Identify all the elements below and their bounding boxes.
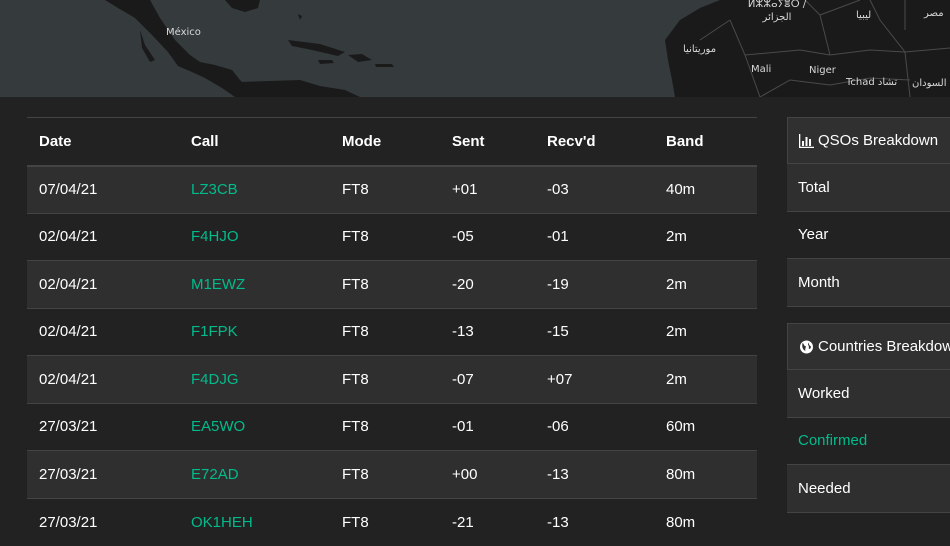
table-header-row: Date Call Mode Sent Recv'd Band (27, 117, 757, 166)
countries-confirmed-row: Confirmed (787, 418, 950, 465)
table-row: 27/03/21 E72AD FT8 +00 -13 80m (27, 450, 757, 498)
cell-mode: FT8 (330, 497, 440, 546)
callsign-link[interactable]: OK1HEH (191, 514, 253, 531)
cell-sent: -05 (440, 212, 535, 261)
table-row: 02/04/21 F1FPK FT8 -13 -15 2m (27, 307, 757, 356)
callsign-link[interactable]: M1EWZ (191, 276, 245, 293)
cell-recvd: +07 (535, 355, 654, 403)
cell-mode: FT8 (330, 402, 440, 451)
cell-call: F4HJO (179, 212, 330, 261)
cell-sent: -13 (440, 307, 535, 356)
cell-sent: -01 (440, 402, 535, 451)
map-label-mauritania: موريتانيا (683, 44, 717, 55)
cell-call: EA5WO (179, 402, 330, 451)
countries-worked-row: Worked (787, 370, 950, 418)
cell-band: 2m (654, 355, 757, 403)
countries-breakdown-title: Countries Breakdown (818, 338, 950, 355)
map-label-mexico: México (166, 27, 201, 38)
cell-band: 80m (654, 450, 757, 498)
callsign-link[interactable]: F4HJO (191, 228, 239, 245)
cell-band: 60m (654, 402, 757, 451)
cell-band: 2m (654, 260, 757, 308)
callsign-link[interactable]: F4DJG (191, 371, 239, 388)
cell-sent: +00 (440, 450, 535, 498)
cell-call: F1FPK (179, 307, 330, 356)
cell-recvd: -01 (535, 212, 654, 261)
cell-call: OK1HEH (179, 497, 330, 546)
qso-map[interactable]: México ⵍⵣⵣⴰⵢⴻⵔ / الجزائر ليبيا مصر موريت… (0, 0, 950, 97)
table-body: 07/04/21 LZ3CB FT8 +01 -03 40m 02/04/21 F4HJO FT… (27, 165, 757, 546)
cell-mode: FT8 (330, 212, 440, 261)
column-header-recvd[interactable]: Recv'd (535, 118, 654, 166)
qsos-month-row: Month (787, 259, 950, 307)
table-row: 27/03/21 EA5WO FT8 -01 -06 60m (27, 402, 757, 451)
callsign-link[interactable]: EA5WO (191, 418, 245, 435)
column-header-band[interactable]: Band (654, 118, 757, 166)
column-header-mode[interactable]: Mode (330, 118, 440, 166)
cell-mode: FT8 (330, 260, 440, 308)
cell-mode: FT8 (330, 165, 440, 213)
cell-recvd: -13 (535, 450, 654, 498)
countries-breakdown-header: Countries Breakdown (787, 323, 950, 370)
qso-log-table: Date Call Mode Sent Recv'd Band 07/04/21… (27, 117, 757, 546)
cell-date: 02/04/21 (27, 212, 179, 261)
cell-sent: -20 (440, 260, 535, 308)
cell-mode: FT8 (330, 307, 440, 356)
map-label-mali: Mali (751, 64, 772, 75)
cell-date: 07/04/21 (27, 165, 179, 213)
bar-chart-icon (799, 133, 814, 148)
countries-breakdown-panel: Countries Breakdown Worked Confirmed Nee… (787, 323, 950, 513)
qsos-breakdown-title: QSOs Breakdown (818, 132, 939, 149)
table-row: 27/03/21 OK1HEH FT8 -21 -13 80m (27, 497, 757, 546)
cell-call: LZ3CB (179, 165, 330, 213)
cell-band: 80m (654, 497, 757, 546)
column-header-sent[interactable]: Sent (440, 118, 535, 166)
callsign-link[interactable]: LZ3CB (191, 181, 238, 198)
cell-call: F4DJG (179, 355, 330, 403)
column-header-call[interactable]: Call (179, 118, 330, 166)
cell-recvd: -03 (535, 165, 654, 213)
table-row: 02/04/21 M1EWZ FT8 -20 -19 2m (27, 260, 757, 308)
globe-icon (800, 340, 813, 353)
table-row: 07/04/21 LZ3CB FT8 +01 -03 40m (27, 165, 757, 213)
qsos-breakdown-panel: QSOs Breakdown Total Year Month (787, 117, 950, 307)
cell-sent: -21 (440, 497, 535, 546)
cell-mode: FT8 (330, 355, 440, 403)
cell-date: 27/03/21 (27, 402, 179, 451)
cell-call: E72AD (179, 450, 330, 498)
cell-recvd: -15 (535, 307, 654, 356)
callsign-link[interactable]: F1FPK (191, 323, 238, 340)
cell-call: M1EWZ (179, 260, 330, 308)
map-label-chad: Tchad تشاد (846, 77, 898, 88)
table-row: 02/04/21 F4HJO FT8 -05 -01 2m (27, 212, 757, 261)
countries-needed-row: Needed (787, 465, 950, 513)
cell-recvd: -06 (535, 402, 654, 451)
cell-recvd: -13 (535, 497, 654, 546)
callsign-link[interactable]: E72AD (191, 466, 239, 483)
cell-band: 2m (654, 212, 757, 261)
cell-mode: FT8 (330, 450, 440, 498)
qsos-total-row: Total (787, 164, 950, 212)
cell-date: 02/04/21 (27, 260, 179, 308)
qsos-breakdown-header: QSOs Breakdown (787, 117, 950, 164)
map-label-niger: Niger (809, 65, 836, 76)
map-label-libya: ليبيا (856, 10, 872, 21)
map-label-egypt: مصر (924, 8, 944, 19)
map-label-algeria: ⵍⵣⵣⴰⵢⴻⵔ / الجزائر (747, 0, 807, 23)
cell-date: 02/04/21 (27, 355, 179, 403)
cell-sent: -07 (440, 355, 535, 403)
cell-date: 27/03/21 (27, 497, 179, 546)
cell-sent: +01 (440, 165, 535, 213)
cell-band: 40m (654, 165, 757, 213)
cell-band: 2m (654, 307, 757, 356)
cell-date: 27/03/21 (27, 450, 179, 498)
map-label-sudan: السودان (912, 78, 947, 89)
column-header-date[interactable]: Date (27, 118, 179, 166)
qsos-year-row: Year (787, 212, 950, 259)
cell-recvd: -19 (535, 260, 654, 308)
cell-date: 02/04/21 (27, 307, 179, 356)
table-row: 02/04/21 F4DJG FT8 -07 +07 2m (27, 355, 757, 403)
